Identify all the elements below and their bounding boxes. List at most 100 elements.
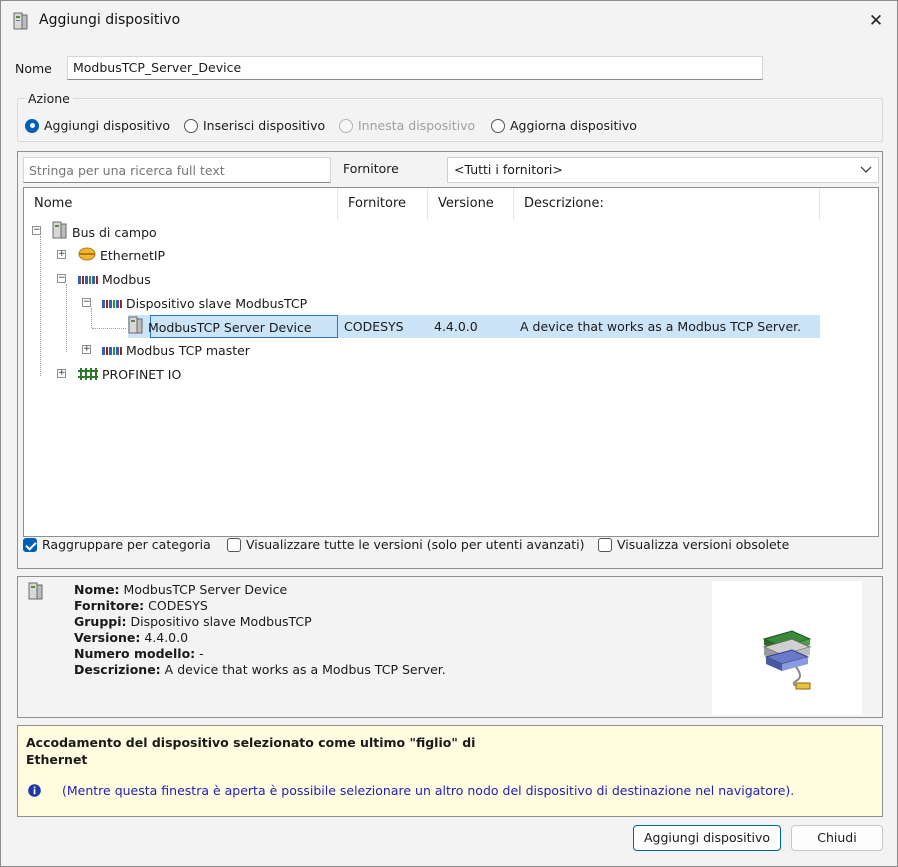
window-title: Aggiungi dispositivo (39, 12, 181, 28)
detail-value: A device that works as a Modbus TCP Serv… (164, 662, 446, 677)
checkbox-indicator[interactable] (227, 537, 241, 552)
tree-node-label: ModbusTCP Server Device (148, 320, 312, 335)
radio-label: Innesta dispositivo (358, 118, 476, 133)
detail-value: ModbusTCP Server Device (123, 582, 288, 597)
tree-node-label: EthernetIP (100, 248, 166, 263)
group-by-category-checkbox[interactable]: Raggruppare per categoria (23, 537, 211, 552)
collapse-icon[interactable]: − (57, 274, 66, 283)
vendor-filter-label: Fornitore (343, 161, 399, 176)
device-details-panel: Nome: ModbusTCP Server Device Fornitore:… (17, 576, 883, 718)
checkbox-indicator[interactable] (23, 537, 37, 552)
column-header-version[interactable]: Versione (428, 188, 514, 220)
note-line-2: Ethernet (26, 752, 88, 767)
close-icon[interactable]: ✕ (859, 7, 893, 35)
detail-label: Numero modello: (74, 646, 196, 661)
name-input[interactable]: ModbusTCP_Server_Device (67, 56, 763, 80)
device-icon (52, 221, 68, 246)
radio-add-device[interactable]: Aggiungi dispositivo (25, 118, 170, 133)
tree-node-modbustcp-slave[interactable]: Dispositivo slave ModbusTCP (102, 293, 307, 315)
column-header-description[interactable]: Descrizione: (514, 188, 820, 220)
show-obsolete-versions-checkbox[interactable]: Visualizza versioni obsolete (598, 537, 789, 552)
collapse-icon[interactable]: − (82, 298, 91, 307)
expand-icon[interactable]: + (57, 250, 66, 259)
add-device-button[interactable]: Aggiungi dispositivo (633, 825, 781, 851)
expand-icon[interactable]: + (57, 369, 66, 378)
detail-model-number: Numero modello: - (74, 646, 204, 661)
radio-indicator[interactable] (184, 118, 198, 133)
insertion-note: Accodamento del dispositivo selezionato … (17, 725, 883, 817)
tree-node-label: Dispositivo slave ModbusTCP (126, 296, 308, 311)
add-device-dialog: Aggiungi dispositivo ✕ Nome ModbusTCP_Se… (0, 0, 898, 867)
tree-node-modbustcp-master[interactable]: Modbus TCP master (102, 340, 250, 362)
device-icon (28, 582, 44, 603)
network-device-icon (762, 630, 812, 690)
row-version: 4.4.0.0 (434, 319, 478, 334)
detail-value: - (199, 646, 204, 661)
tree-node-label: Bus di campo (72, 225, 157, 240)
tree-connector (40, 236, 41, 376)
checkbox-label: Visualizzare tutte le versioni (solo per… (246, 537, 585, 552)
name-label: Nome (15, 61, 52, 76)
modbus-icon (78, 270, 98, 292)
detail-groups: Gruppi: Dispositivo slave ModbusTCP (74, 614, 312, 629)
info-icon (28, 784, 41, 800)
checkbox-label: Raggruppare per categoria (42, 537, 211, 552)
detail-label: Descrizione: (74, 662, 161, 677)
detail-value: CODESYS (148, 598, 208, 613)
radio-label: Aggiungi dispositivo (44, 118, 171, 133)
vendor-filter-value: <Tutti i fornitori> (454, 162, 563, 177)
radio-indicator (339, 118, 353, 133)
expand-icon[interactable]: + (82, 345, 91, 354)
vendor-filter-select[interactable]: <Tutti i fornitori> (447, 157, 879, 183)
detail-value: Dispositivo slave ModbusTCP (130, 614, 312, 629)
tree-node-ethernetip[interactable]: EthernetIP (78, 245, 165, 267)
row-description: A device that works as a Modbus TCP Serv… (520, 319, 802, 334)
detail-label: Nome: (74, 582, 120, 597)
checkbox-label: Visualizza versioni obsolete (617, 537, 790, 552)
device-tree[interactable]: Nome Fornitore Versione Descrizione: − B… (23, 187, 879, 537)
detail-description: Descrizione: A device that works as a Mo… (74, 662, 446, 677)
tree-connector (91, 308, 92, 328)
ethernetip-icon (78, 246, 96, 268)
tree-node-label: Modbus TCP master (126, 343, 250, 358)
radio-insert-device[interactable]: Inserisci dispositivo (184, 118, 325, 133)
close-button[interactable]: Chiudi (791, 825, 883, 851)
column-header-name[interactable]: Nome (24, 188, 338, 220)
tree-node-label: Modbus (102, 272, 151, 287)
device-icon (128, 316, 144, 341)
modbus-icon (102, 294, 122, 316)
radio-label: Inserisci dispositivo (203, 118, 326, 133)
device-icon (13, 12, 29, 33)
tree-connector (66, 284, 67, 352)
detail-label: Versione: (74, 630, 141, 645)
action-group-title: Azione (25, 91, 73, 106)
fulltext-search-input[interactable] (23, 157, 331, 183)
radio-update-device[interactable]: Aggiorna dispositivo (491, 118, 637, 133)
detail-version: Versione: 4.4.0.0 (74, 630, 188, 645)
detail-label: Gruppi: (74, 614, 127, 629)
row-vendor: CODESYS (344, 319, 404, 334)
modbus-icon (102, 341, 122, 363)
title-bar: Aggiungi dispositivo ✕ (1, 1, 897, 41)
note-line-1: Accodamento del dispositivo selezionato … (26, 735, 476, 750)
radio-indicator[interactable] (491, 118, 505, 133)
checkbox-indicator[interactable] (598, 537, 612, 552)
tree-node-label: PROFINET IO (102, 367, 182, 382)
column-header-vendor[interactable]: Fornitore (338, 188, 428, 220)
detail-label: Fornitore: (74, 598, 145, 613)
show-all-versions-checkbox[interactable]: Visualizzare tutte le versioni (solo per… (227, 537, 585, 552)
device-image (712, 581, 862, 715)
radio-plug-device: Innesta dispositivo (339, 118, 475, 133)
note-info-text: (Mentre questa finestra è aperta è possi… (62, 783, 795, 798)
tree-node-modbus[interactable]: Modbus (78, 269, 151, 291)
detail-name: Nome: ModbusTCP Server Device (74, 582, 287, 597)
tree-node-fieldbus[interactable]: Bus di campo (52, 221, 157, 243)
radio-label: Aggiorna dispositivo (510, 118, 637, 133)
collapse-icon[interactable]: − (32, 226, 41, 235)
detail-value: 4.4.0.0 (144, 630, 189, 645)
radio-indicator[interactable] (25, 118, 39, 133)
tree-node-modbustcp-server-device[interactable]: ModbusTCP Server Device (128, 316, 312, 338)
detail-vendor: Fornitore: CODESYS (74, 598, 208, 613)
tree-node-profinet[interactable]: PROFINET IO (78, 364, 181, 386)
tree-connector (92, 328, 126, 329)
